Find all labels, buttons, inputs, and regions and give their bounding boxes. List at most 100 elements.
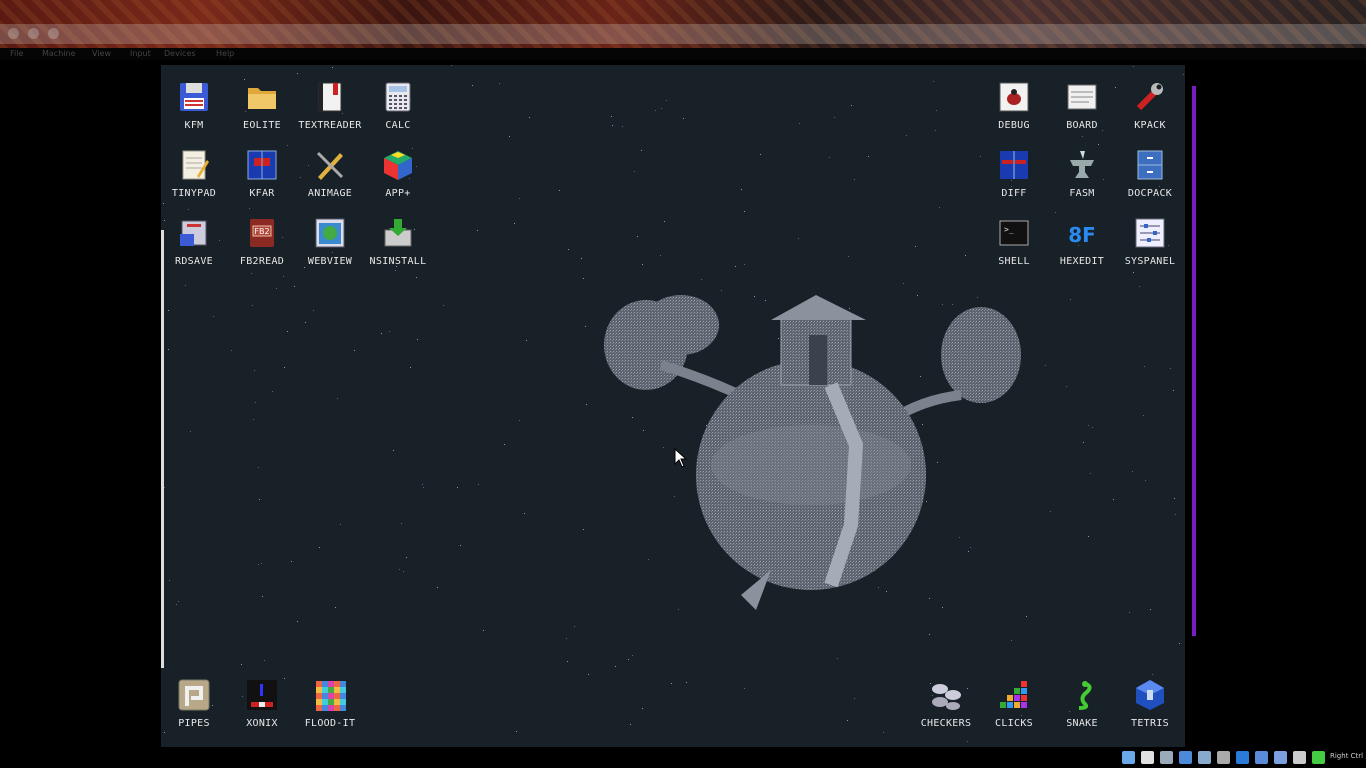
icon-label: NSINSTALL bbox=[369, 256, 427, 267]
menu-devices[interactable]: Devices bbox=[164, 49, 196, 58]
desktop-icon-clicks[interactable]: CLICKS bbox=[980, 670, 1048, 732]
star bbox=[851, 105, 852, 106]
desktop-icon-kpack[interactable]: KPACK bbox=[1116, 72, 1184, 134]
star bbox=[1092, 427, 1093, 428]
star bbox=[460, 545, 461, 546]
optical-disc-icon[interactable] bbox=[1122, 751, 1135, 764]
star bbox=[305, 322, 306, 323]
minimize-window-icon[interactable] bbox=[28, 28, 39, 39]
menu-help[interactable]: Help bbox=[216, 49, 234, 58]
icon-label: WEBVIEW bbox=[307, 256, 353, 267]
star bbox=[178, 601, 179, 602]
star bbox=[1011, 640, 1012, 641]
desktop-icon-debug[interactable]: DEBUG bbox=[980, 72, 1048, 134]
desktop-icon-textreader[interactable]: TEXTREADER bbox=[296, 72, 364, 134]
desktop-icon-tinypad[interactable]: TINYPAD bbox=[161, 140, 228, 202]
checkers-icon bbox=[932, 684, 961, 710]
star bbox=[529, 117, 530, 118]
capture-icon[interactable] bbox=[1255, 751, 1268, 764]
menu-input[interactable]: Input bbox=[130, 49, 151, 58]
desktop-icon-flood-it[interactable]: FLOOD-IT bbox=[296, 670, 364, 732]
star bbox=[1139, 286, 1140, 287]
display-icon[interactable] bbox=[1198, 751, 1211, 764]
treehouse-planet-artwork bbox=[604, 295, 1021, 610]
icon-label: XONIX bbox=[246, 718, 278, 729]
desktop-icon-eolite[interactable]: EOLITE bbox=[228, 72, 296, 134]
desktop-icon-board[interactable]: BOARD bbox=[1048, 72, 1116, 134]
terminal-icon: >_ bbox=[999, 220, 1029, 246]
star bbox=[252, 305, 253, 306]
desktop-icon-kfar[interactable]: KFAR bbox=[228, 140, 296, 202]
menu-view[interactable]: View bbox=[92, 49, 111, 58]
star bbox=[519, 420, 520, 421]
maximize-window-icon[interactable] bbox=[48, 28, 59, 39]
host-titlebar bbox=[0, 0, 1366, 48]
install-arrow-icon bbox=[384, 219, 412, 247]
star bbox=[337, 398, 338, 399]
star bbox=[834, 117, 835, 118]
star bbox=[664, 221, 665, 222]
star bbox=[399, 569, 400, 570]
star bbox=[1179, 643, 1180, 644]
star bbox=[231, 350, 232, 351]
star bbox=[241, 664, 242, 665]
star bbox=[524, 513, 525, 514]
star bbox=[416, 277, 417, 278]
usb-icon[interactable] bbox=[1141, 751, 1154, 764]
icon-label: FLOOD-IT bbox=[304, 718, 356, 729]
star bbox=[423, 487, 424, 488]
star bbox=[567, 661, 568, 662]
star bbox=[615, 666, 616, 667]
desktop-icon-checkers[interactable]: CHECKERS bbox=[912, 670, 980, 732]
desktop-icon-snake[interactable]: SNAKE bbox=[1048, 670, 1116, 732]
icon-label: EOLITE bbox=[243, 120, 281, 131]
cpu-icon[interactable] bbox=[1274, 751, 1287, 764]
shared-folder-icon[interactable] bbox=[1179, 751, 1192, 764]
star bbox=[276, 288, 277, 289]
host-status-bar bbox=[1118, 748, 1366, 768]
star bbox=[185, 285, 186, 286]
star bbox=[253, 419, 254, 420]
desktop-icon-fasm[interactable]: FASM bbox=[1048, 140, 1116, 202]
clicks-icon bbox=[1000, 681, 1027, 708]
star bbox=[403, 571, 404, 572]
network-activity-icon[interactable] bbox=[1293, 751, 1306, 764]
desktop-icon-webview[interactable]: WEBVIEW bbox=[296, 208, 364, 270]
desktop-icon-diff[interactable]: DIFF bbox=[980, 140, 1048, 202]
desktop-icon-calc[interactable]: CALC bbox=[364, 72, 432, 134]
menu-file[interactable]: File bbox=[10, 49, 23, 58]
star bbox=[744, 688, 745, 689]
menu-machine[interactable]: Machine bbox=[42, 49, 76, 58]
desktop-icon-nsinstall[interactable]: NSINSTALL bbox=[364, 208, 432, 270]
star bbox=[504, 444, 505, 445]
close-window-icon[interactable] bbox=[8, 28, 19, 39]
record-icon[interactable] bbox=[1217, 751, 1230, 764]
desktop-icon-fb2read[interactable]: FB2 FB2READ bbox=[228, 208, 296, 270]
desktop-icon-app-[interactable]: APP+ bbox=[364, 140, 432, 202]
desktop-icon-shell[interactable]: >_ SHELL bbox=[980, 208, 1048, 270]
host-key-arrow-icon[interactable] bbox=[1312, 751, 1325, 764]
desktop-icon-hexedit[interactable]: 8F HEXEDIT bbox=[1048, 208, 1116, 270]
mouse-integration-icon[interactable] bbox=[1236, 751, 1249, 764]
desktop-icon-pipes[interactable]: PIPES bbox=[161, 670, 228, 732]
star bbox=[1175, 514, 1176, 515]
host-key-label: Right Ctrl bbox=[1330, 752, 1364, 760]
desktop-icon-syspanel[interactable]: SYSPANEL bbox=[1116, 208, 1184, 270]
star bbox=[251, 273, 252, 274]
pipes-icon bbox=[178, 679, 210, 711]
desktop-icon-animage[interactable]: ANIMAGE bbox=[296, 140, 364, 202]
star bbox=[393, 450, 394, 451]
star bbox=[168, 310, 169, 311]
star bbox=[642, 264, 643, 265]
icon-label: FASM bbox=[1069, 188, 1095, 199]
desktop-icon-rdsave[interactable]: RDSAVE bbox=[161, 208, 228, 270]
desktop-icon-xonix[interactable]: XONIX bbox=[228, 670, 296, 732]
desktop-icon-docpack[interactable]: DOCPACK bbox=[1116, 140, 1184, 202]
desktop-icon-kfm[interactable]: KFM bbox=[161, 72, 228, 134]
star bbox=[903, 283, 904, 284]
star bbox=[1082, 136, 1083, 137]
star bbox=[586, 404, 587, 405]
icon-label: DEBUG bbox=[998, 120, 1030, 131]
network-icon[interactable] bbox=[1160, 751, 1173, 764]
desktop-icon-tetris[interactable]: TETRIS bbox=[1116, 670, 1184, 732]
